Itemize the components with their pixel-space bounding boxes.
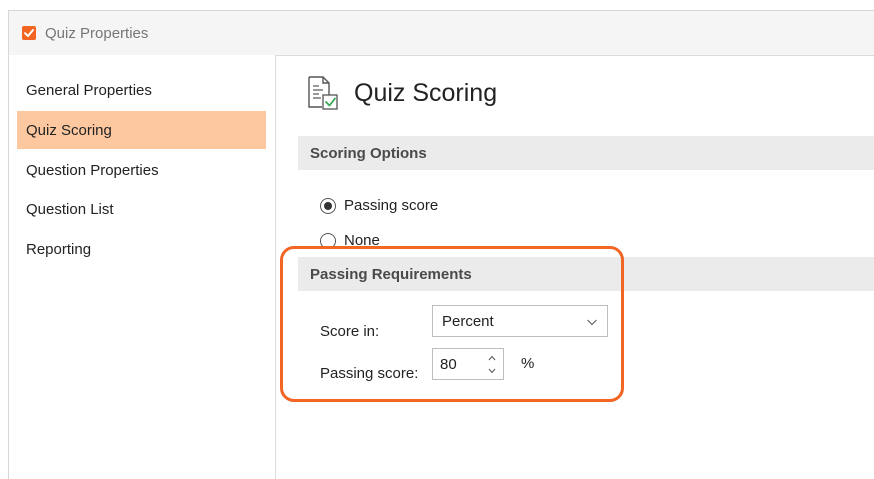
page-header: Quiz Scoring <box>306 75 497 111</box>
page-title: Quiz Scoring <box>354 78 498 107</box>
sidebar-item-question-list[interactable]: Question List <box>17 190 266 228</box>
quiz-properties-window: Quiz Properties General Properties Quiz … <box>8 10 874 479</box>
scoring-options-header: Scoring Options <box>298 136 874 170</box>
sidebar-item-reporting[interactable]: Reporting <box>17 230 266 268</box>
chevron-down-icon <box>586 315 598 327</box>
main-content: Quiz Scoring Scoring Options Passing sco… <box>276 55 874 479</box>
spin-down-icon[interactable] <box>485 365 499 376</box>
sidebar-item-question-properties[interactable]: Question Properties <box>17 151 266 189</box>
spin-up-icon[interactable] <box>485 352 499 363</box>
passing-requirements-header: Passing Requirements <box>298 257 874 291</box>
radio-label-none: None <box>344 232 380 249</box>
passing-score-input[interactable] <box>440 355 484 373</box>
score-in-select[interactable]: Percent <box>432 305 608 337</box>
sidebar: General Properties Quiz Scoring Question… <box>9 55 276 479</box>
checklist-document-icon <box>306 75 340 111</box>
radio-none[interactable]: None <box>320 232 380 249</box>
sidebar-item-general-properties[interactable]: General Properties <box>17 71 266 109</box>
radio-button-selected[interactable] <box>320 197 336 214</box>
radio-button-unselected[interactable] <box>320 232 336 249</box>
radio-label-passing-score: Passing score <box>344 197 439 214</box>
title-bar: Quiz Properties <box>9 11 874 56</box>
checkbox-app-icon <box>21 25 37 41</box>
score-in-value: Percent <box>442 312 494 330</box>
percent-unit-label: % <box>521 355 535 372</box>
passing-score-stepper[interactable] <box>432 348 504 380</box>
radio-passing-score[interactable]: Passing score <box>320 197 438 214</box>
score-in-label: Score in: <box>320 323 380 340</box>
passing-score-label: Passing score: <box>320 365 419 382</box>
window-title: Quiz Properties <box>45 24 149 42</box>
sidebar-item-quiz-scoring[interactable]: Quiz Scoring <box>17 111 266 149</box>
